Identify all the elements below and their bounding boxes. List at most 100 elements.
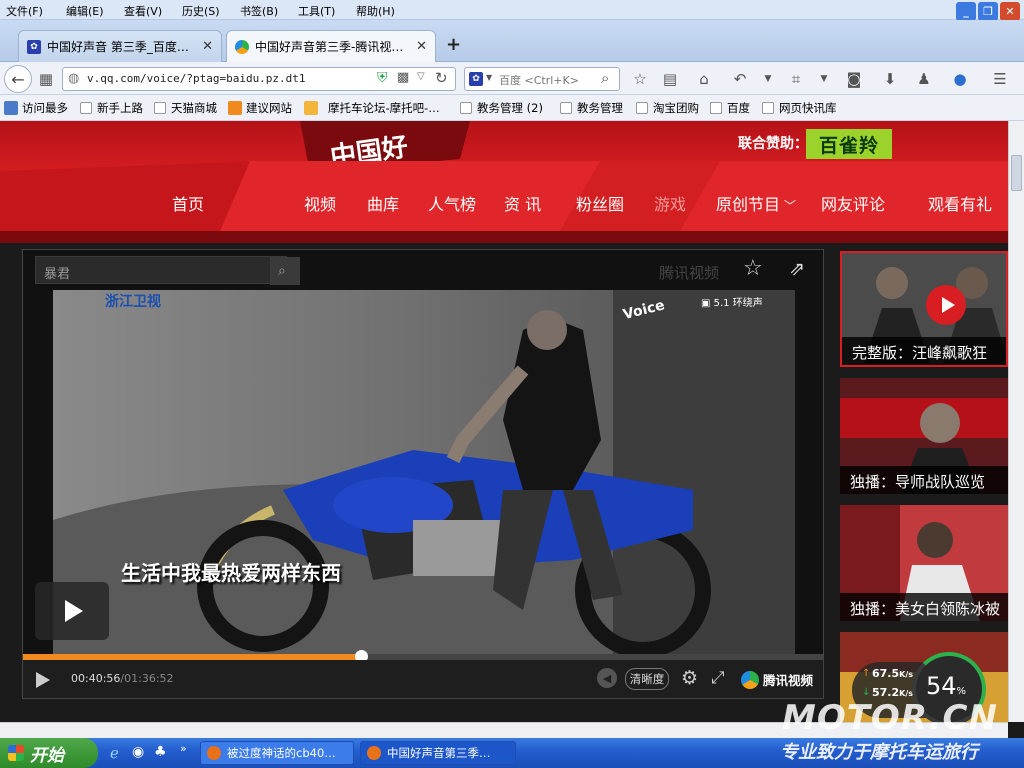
reader-icon[interactable]: ▤ (660, 69, 680, 89)
play-button[interactable] (926, 285, 966, 325)
tab-label: 中国好声音 第三季_百度… (47, 40, 189, 54)
plus-icon[interactable]: + (446, 34, 461, 55)
nav-popularity[interactable]: 人气榜 (428, 191, 476, 215)
bookmark-most-visited[interactable]: 访问最多 (4, 100, 68, 116)
bookmark-moto-forum[interactable]: 摩托车论坛-摩托吧-… (304, 100, 440, 116)
nav-home[interactable]: 首页 (172, 191, 204, 215)
menu-bookmarks[interactable]: 书签(B) (240, 3, 278, 19)
nav-comments[interactable]: 网友评论 (821, 191, 885, 215)
gear-icon[interactable]: ⚙ (681, 667, 698, 689)
qq-icon[interactable]: ♣ (154, 744, 167, 760)
star-icon[interactable]: ☆ (630, 69, 650, 89)
menu-edit[interactable]: 编辑(E) (66, 3, 104, 19)
chevron-down-icon[interactable]: ▼ (758, 69, 778, 89)
qr-icon[interactable]: ▩ (397, 70, 409, 85)
menu-history[interactable]: 历史(S) (182, 3, 220, 19)
bookmark-label: 摩托车论坛-摩托吧-… (328, 101, 440, 115)
video-player: 暴君 ⌕ 腾讯视频 ☆ ⇗ 浙江卫视 Voice ▣ 5.1 环绕声 生活中我最… (22, 249, 824, 699)
player-search-input[interactable]: 暴君 ⌕ (35, 256, 300, 285)
big-play-button[interactable] (35, 582, 109, 640)
sidebar-video-card[interactable]: 完整版：汪峰飙歌狂 (840, 251, 1008, 367)
chat-icon[interactable]: ◙ (844, 69, 864, 89)
sponsor-logo[interactable]: 百雀羚 (806, 129, 892, 159)
bookmark-taobao-group[interactable]: 淘宝团购 (636, 100, 699, 116)
bookmark-web-slices[interactable]: 网页快讯库 (762, 100, 837, 116)
download-icon[interactable]: ⬇ (880, 69, 900, 89)
sync-icon[interactable]: ● (950, 69, 970, 89)
video-frame[interactable]: 浙江卫视 Voice ▣ 5.1 环绕声 (53, 290, 795, 654)
tab-tencent-video[interactable]: 中国好声音第三季-腾讯视… ✕ (226, 30, 436, 62)
nav-original-shows[interactable]: 原创节目 ﹀ (716, 191, 796, 215)
bookmark-label: 天猫商城 (171, 101, 217, 115)
upload-speed: 67.5K/s (872, 667, 913, 680)
user-icon[interactable]: ♟ (914, 69, 934, 89)
play-icon (942, 297, 955, 313)
dropdown-icon[interactable]: ▽ (417, 71, 425, 82)
search-box[interactable]: ✿ ▼ 百度 <Ctrl+K> ⌕ (464, 67, 620, 91)
start-button[interactable]: 开始 (0, 738, 98, 768)
bookmark-academic-2[interactable]: 教务管理 (2) (460, 100, 543, 116)
reload-icon[interactable]: ↻ (435, 69, 448, 87)
share-icon[interactable]: ⇗ (789, 258, 805, 280)
star-icon[interactable]: ☆ (743, 256, 763, 281)
crop-icon[interactable]: ⌗ (786, 69, 806, 89)
chevron-double-icon[interactable]: » (180, 742, 187, 755)
nav-games[interactable]: 游戏 (654, 191, 686, 215)
nav-song-library[interactable]: 曲库 (367, 191, 399, 215)
search-icon[interactable]: ⌕ (601, 69, 609, 87)
undo-icon[interactable]: ↶ (730, 69, 750, 89)
tab-bar: ✿ 中国好声音 第三季_百度… ✕ 中国好声音第三季-腾讯视… ✕ + (0, 20, 1024, 62)
bookmark-suggested[interactable]: 建议网站 (228, 100, 292, 116)
chevron-down-icon[interactable]: ▼ (814, 69, 834, 89)
bookmark-getting-started[interactable]: 新手上路 (80, 100, 143, 116)
chevron-down-icon: ﹀ (784, 199, 797, 213)
sidebar-video-card[interactable]: 独播：导师战队巡览 (840, 378, 1008, 494)
taskbar-item-cb400[interactable]: 被过度神话的cb40… (200, 741, 354, 765)
close-window-button[interactable]: ✕ (1000, 2, 1020, 21)
quick-launch-icon[interactable]: ◉ (132, 744, 144, 760)
task-label: 被过度神话的cb40… (227, 746, 336, 760)
volume-icon[interactable]: ◀ (597, 668, 617, 688)
maximize-button[interactable]: ❐ (978, 2, 998, 21)
ie-icon[interactable]: ℯ (110, 744, 119, 762)
tab-baidu[interactable]: ✿ 中国好声音 第三季_百度… ✕ (18, 30, 222, 62)
shield-icon[interactable]: ⛨ (377, 70, 388, 86)
url-bar[interactable]: ◍ v.qq.com/voice/?ptag=baidu.pz.dt1 ⛨ ▩ … (62, 67, 456, 91)
video-scene: 浙江卫视 Voice ▣ 5.1 环绕声 (53, 290, 795, 654)
chevron-down-icon[interactable]: ▼ (486, 73, 492, 82)
menu-view[interactable]: 查看(V) (124, 3, 162, 19)
bookmark-tmall[interactable]: 天猫商城 (154, 100, 217, 116)
search-button[interactable]: ⌕ (270, 257, 300, 285)
taskbar-item-voice[interactable]: 中国好声音第三季… (360, 741, 516, 765)
close-icon[interactable]: ✕ (416, 39, 427, 54)
bookmark-baidu[interactable]: 百度 (710, 100, 750, 116)
brand-label: 腾讯视频 (763, 673, 814, 688)
grid-icon[interactable]: ▦ (36, 69, 56, 89)
tencent-video-brand[interactable]: 腾讯视频 (741, 670, 813, 689)
svg-text:浙江卫视: 浙江卫视 (105, 293, 161, 310)
nav-video[interactable]: 视频 (304, 191, 336, 215)
menu-icon[interactable]: ☰ (990, 69, 1010, 89)
search-input[interactable]: 百度 <Ctrl+K> (499, 72, 579, 88)
upload-unit: K/s (899, 670, 914, 679)
nav-news[interactable]: 资 讯 (504, 191, 541, 215)
scroll-thumb[interactable] (1011, 155, 1022, 191)
menu-tools[interactable]: 工具(T) (298, 3, 335, 19)
nav-fans[interactable]: 粉丝圈 (576, 191, 624, 215)
gauge-percent: 54% (926, 672, 966, 700)
bookmark-academic[interactable]: 教务管理 (560, 100, 623, 116)
task-label: 中国好声音第三季… (387, 746, 491, 760)
fullscreen-icon[interactable]: ⤢ (711, 668, 725, 688)
sidebar-video-card[interactable]: 独播：美女白领陈冰被 (840, 505, 1008, 621)
back-button[interactable]: ← (4, 65, 32, 93)
nav-watch-rewards[interactable]: 观看有礼 (928, 191, 992, 215)
play-icon[interactable] (33, 670, 53, 690)
close-icon[interactable]: ✕ (202, 39, 213, 54)
menu-file[interactable]: 文件(F) (6, 3, 43, 19)
web-page: 中国好 联合赞助： 百雀羚 首页 视频 曲库 人气榜 资 讯 粉丝圈 游戏 原创… (0, 121, 1008, 722)
vertical-scrollbar[interactable] (1008, 121, 1024, 722)
minimize-button[interactable]: _ (956, 2, 976, 21)
quality-button[interactable]: 清晰度 (625, 668, 669, 690)
home-icon[interactable]: ⌂ (694, 69, 714, 89)
menu-help[interactable]: 帮助(H) (356, 3, 395, 19)
